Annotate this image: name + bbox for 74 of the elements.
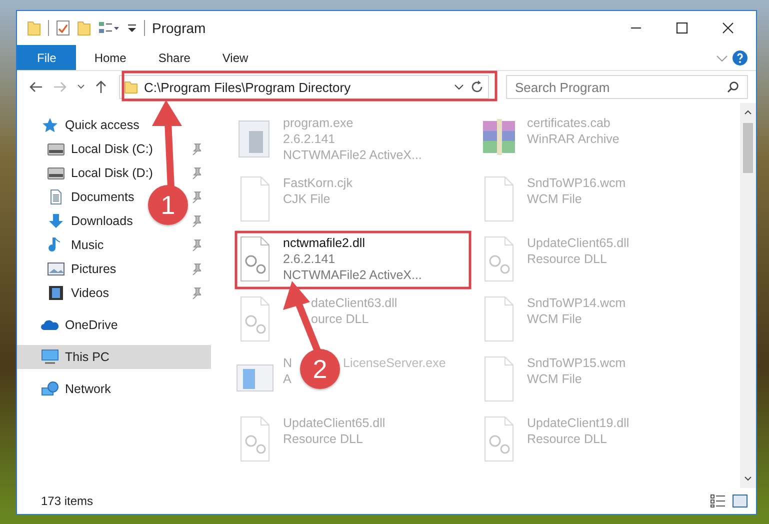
pin-icon[interactable]	[191, 167, 201, 179]
pin-icon[interactable]	[191, 239, 201, 251]
file-detail: 2.6.2.141	[283, 131, 336, 147]
sidebar-label: This PC	[65, 350, 110, 364]
pin-icon[interactable]	[191, 215, 201, 227]
pin-icon[interactable]	[191, 191, 201, 203]
search-icon	[727, 81, 739, 93]
file-detail: WCM File	[527, 371, 582, 387]
large-icons-view-icon[interactable]	[732, 494, 748, 508]
dropdown-caret-icon[interactable]	[454, 84, 464, 90]
details-view-icon[interactable]	[710, 494, 726, 508]
ribbon-tab[interactable]: Share	[144, 45, 204, 70]
pin-icon[interactable]	[191, 143, 201, 155]
sidebar-item[interactable]: Music	[71, 238, 104, 252]
file-detail: Resource DLL	[283, 431, 363, 447]
window-title: Program	[152, 20, 206, 36]
pin-icon[interactable]	[191, 287, 201, 299]
scroll-up-icon[interactable]	[744, 109, 752, 115]
picture-icon	[47, 261, 65, 277]
ribbon-tab[interactable]: Home	[80, 45, 140, 70]
folder-icon	[124, 80, 138, 94]
sidebar-item[interactable]: Local Disk (C:)	[71, 142, 153, 156]
network-icon	[41, 381, 59, 397]
item-count: 173 items	[41, 494, 94, 508]
sidebar-item[interactable]: Videos	[71, 286, 109, 300]
drive-icon	[47, 141, 65, 157]
sidebar-item[interactable]: Quick access	[17, 113, 211, 137]
sidebar-item[interactable]: This PC	[17, 345, 211, 369]
refresh-icon[interactable]	[470, 80, 484, 94]
file-detail: WinRAR Archive	[527, 131, 620, 147]
sidebar-item[interactable]: Local Disk (D:)	[71, 166, 153, 180]
file-detail: CJK File	[283, 191, 330, 207]
search-field[interactable]: Search Program	[506, 75, 748, 99]
view-options-icon[interactable]	[98, 20, 120, 36]
customize-caret-icon[interactable]	[127, 22, 137, 34]
file-detail: 2.6.2.141	[283, 251, 336, 267]
sidebar-item[interactable]: Network	[17, 377, 211, 401]
sidebar-item[interactable]: Documents	[71, 190, 134, 204]
film-icon	[47, 285, 65, 301]
file-detail: NCTWMAFile2 ActiveX...	[283, 267, 422, 283]
properties-icon[interactable]	[56, 20, 70, 36]
drive-icon	[47, 165, 65, 181]
scroll-down-icon[interactable]	[744, 476, 752, 482]
sidebar-item[interactable]: Pictures	[71, 262, 116, 276]
file-name[interactable]: nctwmafile2.dll	[283, 235, 365, 251]
up-arrow-icon[interactable]	[95, 80, 107, 94]
address-bar[interactable]: C:\Program Files\Program Directory	[119, 75, 489, 99]
file-detail: NCTWMAFile2 ActiveX...	[283, 147, 422, 163]
file-detail: ource DLL	[311, 311, 369, 327]
ribbon-tab[interactable]: File	[17, 45, 76, 70]
sidebar-label: OneDrive	[65, 318, 118, 332]
recent-caret-icon[interactable]	[77, 84, 85, 90]
star-icon	[41, 117, 59, 133]
maximize-icon[interactable]	[676, 22, 688, 34]
file-detail: Resource DLL	[527, 431, 607, 447]
back-arrow-icon[interactable]	[29, 81, 43, 93]
file-detail: WCM File	[527, 191, 582, 207]
file-detail: Resource DLL	[527, 251, 607, 267]
scrollbar-thumb[interactable]	[743, 123, 753, 173]
sidebar-label: Network	[65, 382, 111, 396]
pin-icon[interactable]	[191, 263, 201, 275]
sidebar-item[interactable]: OneDrive	[17, 313, 211, 337]
close-icon[interactable]	[722, 22, 734, 34]
address-path: C:\Program Files\Program Directory	[144, 80, 352, 94]
sidebar-item[interactable]: Downloads	[71, 214, 133, 228]
download-arrow-icon	[47, 213, 65, 229]
ribbon-tab[interactable]: View	[208, 45, 262, 70]
expand-ribbon-icon[interactable]	[716, 52, 728, 62]
pc-icon	[41, 349, 59, 365]
file-detail: A	[283, 371, 292, 387]
file-detail: WCM File	[527, 311, 582, 327]
sidebar-label: Quick access	[65, 118, 140, 132]
scrollbar[interactable]	[740, 103, 756, 488]
help-icon[interactable]	[732, 50, 748, 66]
